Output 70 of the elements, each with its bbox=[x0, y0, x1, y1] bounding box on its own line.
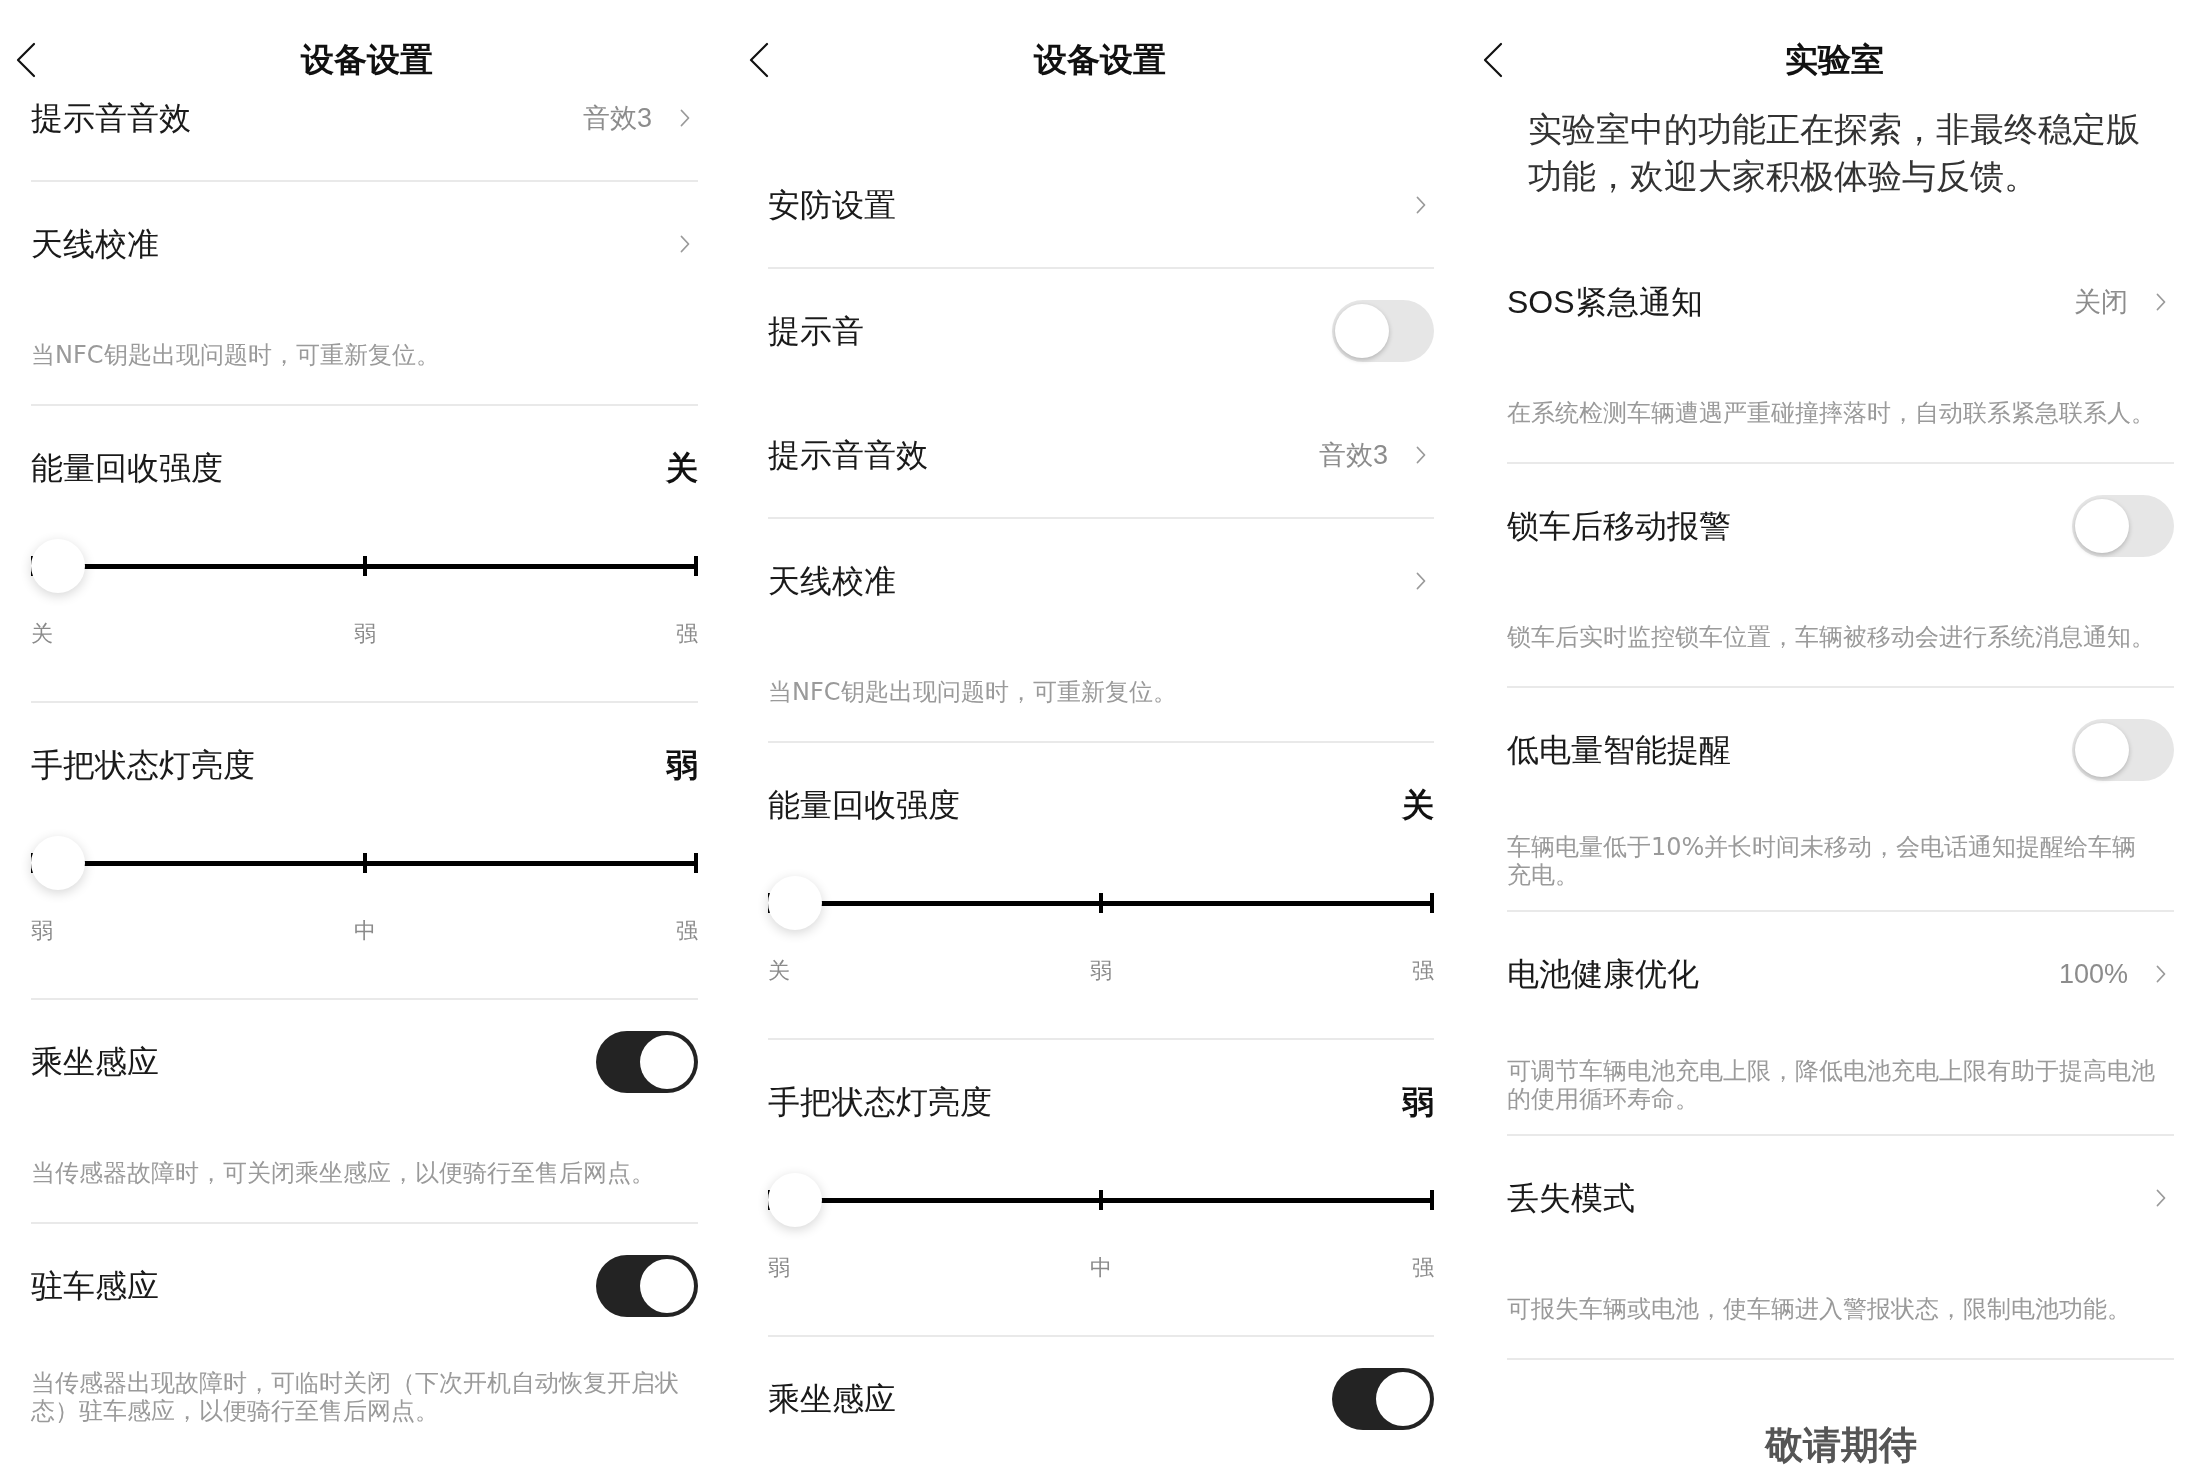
tick-label: 强 bbox=[1412, 957, 1434, 985]
tick-label: 弱 bbox=[31, 917, 53, 945]
setting-description: 当NFC钥匙出现问题时，可重新复位。 bbox=[31, 341, 440, 369]
slider-thumb[interactable] bbox=[31, 539, 85, 593]
setting-label: 电池健康优化 bbox=[1507, 955, 1699, 994]
slider-thumb[interactable] bbox=[768, 1173, 822, 1227]
setting-description: 可调节车辆电池充电上限，降低电池充电上限有助于提高电池的使用循环寿命。 bbox=[1507, 1057, 2156, 1113]
setting-label: 手把状态灯亮度 bbox=[31, 746, 255, 785]
setting-label: SOS紧急通知 bbox=[1507, 283, 1703, 322]
screen-title: 设备设置 bbox=[300, 40, 433, 80]
setting-description: 当传感器出现故障时，可临时关闭（下次开机自动恢复开启状态）驻车感应，以便骑行至售后网点。 bbox=[31, 1369, 680, 1425]
back-icon[interactable] bbox=[1483, 42, 1503, 78]
chevron-right-icon[interactable] bbox=[1416, 572, 1426, 590]
setting-label: 乘坐感应 bbox=[31, 1043, 159, 1082]
setting-label: 手把状态灯亮度 bbox=[768, 1083, 992, 1122]
tick-label: 中 bbox=[353, 917, 376, 945]
setting-label: 能量回收强度 bbox=[768, 786, 960, 825]
chevron-right-icon[interactable] bbox=[2156, 293, 2166, 311]
tick-label: 弱 bbox=[353, 620, 376, 648]
setting-value: 音效3 bbox=[1318, 439, 1388, 472]
setting-description: 车辆电量低于10%并长时间未移动，会电话通知提醒给车辆充电。 bbox=[1507, 833, 2138, 889]
toggle-switch[interactable] bbox=[2072, 719, 2174, 781]
chevron-right-icon[interactable] bbox=[2156, 1189, 2166, 1207]
setting-label: 提示音音效 bbox=[768, 436, 928, 475]
setting-description: 锁车后实时监控锁车位置，车辆被移动会进行系统消息通知。 bbox=[1507, 623, 2155, 651]
slider-value: 弱 bbox=[666, 746, 698, 785]
tick-label: 关 bbox=[31, 620, 53, 648]
chevron-right-icon[interactable] bbox=[2156, 965, 2166, 983]
toggle-switch[interactable] bbox=[1332, 300, 1434, 362]
setting-label: 天线校准 bbox=[31, 225, 159, 264]
setting-description: 可报失车辆或电池，使车辆进入警报状态，限制电池功能。 bbox=[1507, 1295, 2131, 1323]
setting-label: 锁车后移动报警 bbox=[1507, 507, 1731, 546]
tick-label: 强 bbox=[1412, 1254, 1434, 1282]
intro-text: 实验室中的功能正在探索，非最终稳定版功能，欢迎大家积极体验与反馈。 bbox=[1528, 110, 2141, 197]
setting-description: 在系统检测车辆遭遇严重碰撞摔落时，自动联系紧急联系人。 bbox=[1507, 399, 2155, 427]
slider-value: 关 bbox=[1402, 786, 1434, 825]
slider-value: 关 bbox=[666, 449, 698, 488]
setting-label: 驻车感应 bbox=[31, 1267, 159, 1306]
setting-value: 音效3 bbox=[582, 102, 652, 135]
setting-label: 低电量智能提醒 bbox=[1507, 731, 1731, 770]
chevron-right-icon[interactable] bbox=[1416, 446, 1426, 464]
toggle-switch[interactable] bbox=[2072, 495, 2174, 557]
setting-value: 关闭 bbox=[2074, 286, 2128, 319]
tick-label: 强 bbox=[676, 620, 698, 648]
chevron-right-icon[interactable] bbox=[1416, 196, 1426, 214]
tick-label: 弱 bbox=[1090, 957, 1112, 985]
setting-description: 当传感器故障时，可关闭乘坐感应，以便骑行至售后网点。 bbox=[31, 1159, 655, 1187]
back-icon[interactable] bbox=[16, 42, 36, 78]
screen-title: 实验室 bbox=[1784, 40, 1884, 80]
slider-thumb[interactable] bbox=[31, 836, 85, 890]
chevron-right-icon[interactable] bbox=[680, 235, 690, 253]
setting-description: 当NFC钥匙出现问题时，可重新复位。 bbox=[768, 678, 1177, 706]
setting-label: 提示音 bbox=[768, 312, 864, 351]
screen-title: 设备设置 bbox=[1034, 40, 1166, 80]
slider-value: 弱 bbox=[1402, 1083, 1434, 1122]
setting-label: 丢失模式 bbox=[1507, 1179, 1635, 1218]
tick-label: 中 bbox=[1090, 1254, 1112, 1282]
back-icon[interactable] bbox=[749, 42, 769, 78]
setting-label: 安防设置 bbox=[768, 186, 896, 225]
coming-soon-text: 敬请期待 bbox=[1764, 1424, 1917, 1466]
setting-label: 天线校准 bbox=[768, 562, 896, 601]
setting-label: 提示音音效 bbox=[31, 99, 191, 138]
setting-label: 乘坐感应 bbox=[768, 1380, 896, 1419]
slider-thumb[interactable] bbox=[768, 876, 822, 930]
tick-label: 强 bbox=[676, 917, 698, 945]
setting-label: 能量回收强度 bbox=[31, 449, 223, 488]
setting-value: 100% bbox=[2058, 958, 2128, 991]
chevron-right-icon[interactable] bbox=[680, 109, 690, 127]
tick-label: 弱 bbox=[768, 1254, 790, 1282]
tick-label: 关 bbox=[768, 957, 790, 985]
